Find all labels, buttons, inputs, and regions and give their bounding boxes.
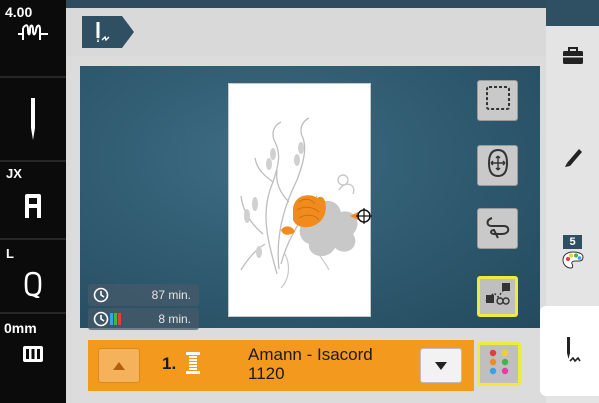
bobbin-icon[interactable] bbox=[0, 270, 66, 298]
thread-name: Amann - Isacord 1120 bbox=[248, 345, 373, 383]
stitch-path-button[interactable] bbox=[477, 208, 518, 249]
edit-button[interactable] bbox=[546, 140, 599, 176]
clock-icon bbox=[93, 287, 109, 306]
total-time-box: 87 min. bbox=[88, 284, 199, 306]
color-palette-button[interactable]: 5 bbox=[546, 232, 599, 276]
color-resequence-button[interactable] bbox=[477, 276, 518, 317]
thread-brand: Amann - Isacord bbox=[248, 345, 373, 364]
needle-icon[interactable] bbox=[0, 98, 66, 142]
rail-divider bbox=[0, 76, 66, 78]
feed-dog-icon[interactable] bbox=[0, 345, 66, 363]
stitch-width-value: 4.00 bbox=[5, 4, 33, 20]
color-time-box: 8 min. bbox=[88, 308, 199, 330]
pencil-icon bbox=[563, 145, 583, 172]
toolbox-icon bbox=[562, 46, 584, 70]
clock-color-icon bbox=[93, 311, 129, 330]
stitch-pattern-icon[interactable] bbox=[0, 22, 66, 46]
embroidery-hoop[interactable] bbox=[229, 84, 370, 316]
thread-spool-icon bbox=[186, 352, 200, 379]
embroidery-mode-button[interactable] bbox=[546, 334, 599, 370]
color-bar: 1. Amann - Isacord 1120 bbox=[88, 340, 474, 391]
color-sort-icon bbox=[484, 281, 512, 312]
embroidery-icon bbox=[562, 336, 584, 368]
palette-icon bbox=[561, 250, 584, 274]
presser-foot-icon[interactable] bbox=[0, 192, 66, 218]
next-color-button[interactable] bbox=[420, 348, 462, 383]
rail-divider bbox=[0, 312, 66, 314]
feed-value: 0mm bbox=[4, 320, 37, 336]
header-bar bbox=[66, 0, 546, 56]
crosshair-icon[interactable] bbox=[350, 206, 374, 226]
rail-divider bbox=[0, 238, 66, 240]
move-icon bbox=[485, 148, 511, 183]
color-count-badge: 5 bbox=[563, 234, 582, 249]
embroidery-design bbox=[240, 117, 358, 289]
header-strip bbox=[66, 0, 546, 8]
mode-rail-strip bbox=[546, 0, 599, 26]
stitch-path-icon bbox=[484, 212, 512, 245]
thread-code: 1120 bbox=[248, 364, 285, 383]
hoop-button[interactable] bbox=[477, 80, 518, 121]
color-index: 1. bbox=[162, 354, 177, 373]
rail-divider bbox=[0, 160, 66, 162]
color-time-value: 8 min. bbox=[158, 312, 191, 326]
toolbox-button[interactable] bbox=[546, 40, 599, 76]
move-design-button[interactable] bbox=[477, 145, 518, 186]
bobbin-label: L bbox=[6, 246, 14, 261]
previous-color-button[interactable] bbox=[98, 348, 140, 383]
hoop-icon bbox=[485, 85, 511, 116]
color-dots-icon bbox=[484, 347, 514, 382]
presser-foot-label: JX bbox=[6, 166, 22, 181]
arrow-up-icon bbox=[113, 357, 125, 375]
total-time-value: 87 min. bbox=[151, 288, 191, 302]
color-info-button[interactable] bbox=[477, 342, 521, 386]
arrow-down-icon bbox=[435, 357, 447, 375]
embroidery-mode-tab[interactable] bbox=[82, 16, 134, 48]
